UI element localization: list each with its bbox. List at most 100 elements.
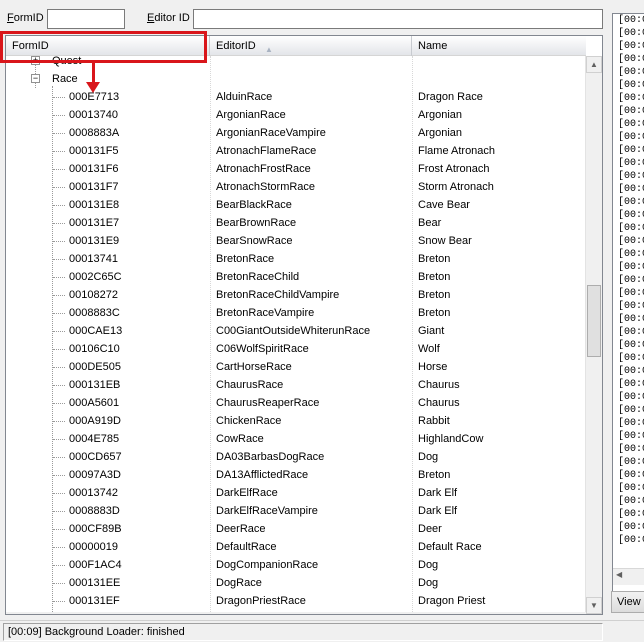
highlight-annotation-box <box>0 31 207 63</box>
cell-name: Cave Bear <box>418 199 470 211</box>
cell-formid: 000131EE <box>69 577 121 589</box>
cell-name: Default Race <box>418 541 482 553</box>
cell-formid: 0008883A <box>69 127 120 139</box>
cell-editorid: AtronachFlameRace <box>216 145 317 157</box>
table-row[interactable]: 0008883A ArgonianRaceVampire Argonian <box>6 124 586 142</box>
view-button[interactable]: View <box>611 591 644 613</box>
table-row[interactable]: 0008883C BretonRaceVampire Breton <box>6 304 586 322</box>
log-line: [00:0 <box>618 444 644 455</box>
table-row[interactable]: 000131F5 AtronachFlameRace Flame Atronach <box>6 142 586 160</box>
tree-guide-line <box>53 169 65 170</box>
cell-editorid: BretonRace <box>216 253 275 265</box>
table-row[interactable]: 000131EB ChaurusRace Chaurus <box>6 376 586 394</box>
cell-editorid: DarkElfRace <box>216 487 278 499</box>
table-row[interactable]: 000F1AC4 DogCompanionRace Dog <box>6 556 586 574</box>
tree-guide-line <box>53 241 65 242</box>
cell-editorid: DogRace <box>216 577 262 589</box>
table-row[interactable]: 000CF89B DeerRace Deer <box>6 520 586 538</box>
table-row[interactable]: 000131F6 AtronachFrostRace Frost Atronach <box>6 160 586 178</box>
table-row[interactable]: 000131E8 BearBlackRace Cave Bear <box>6 196 586 214</box>
table-row[interactable]: 000131F7 AtronachStormRace Storm Atronach <box>6 178 586 196</box>
cell-name: Breton <box>418 253 451 265</box>
table-row[interactable]: 000A919D ChickenRace Rabbit <box>6 412 586 430</box>
table-row[interactable]: 00013740 ArgonianRace Argonian <box>6 106 586 124</box>
table-row[interactable]: 00013742 DarkElfRace Dark Elf <box>6 484 586 502</box>
table-row[interactable]: 0004E785 CowRace HighlandCow <box>6 430 586 448</box>
vertical-scrollbar[interactable]: ▲ ▼ <box>585 56 602 614</box>
cell-name: Deer <box>418 523 442 535</box>
log-line: [00:0 <box>618 54 644 65</box>
cell-formid: 0008883D <box>69 505 120 517</box>
scroll-down-button[interactable]: ▼ <box>586 597 602 614</box>
record-tree-view[interactable]: FormID EditorID ▲ Name + Quest − Race 00… <box>5 35 603 615</box>
log-line: [00:0 <box>618 535 644 546</box>
cell-name: Rabbit <box>418 415 450 427</box>
table-row[interactable]: 000131E9 BearSnowRace Snow Bear <box>6 232 586 250</box>
cell-formid: 00000019 <box>69 541 118 553</box>
table-row[interactable]: 000DE505 CartHorseRace Horse <box>6 358 586 376</box>
record-rows: + Quest − Race 000E7713 AlduinRace Dragon … <box>6 55 586 610</box>
tree-guide-line <box>53 331 65 332</box>
table-row[interactable]: 000A5601 ChaurusReaperRace Chaurus <box>6 394 586 412</box>
log-line: [00:0 <box>618 184 644 195</box>
cell-editorid: DA03BarbasDogRace <box>216 451 325 463</box>
cell-formid: 000DE505 <box>69 361 121 373</box>
table-row[interactable]: 00106C10 C06WolfSpiritRace Wolf <box>6 340 586 358</box>
log-line: [00:0 <box>618 132 644 143</box>
scroll-left-icon[interactable]: ◀ <box>616 570 622 579</box>
scroll-up-button[interactable]: ▲ <box>586 56 602 73</box>
status-text: [00:09] Background Loader: finished <box>3 623 603 641</box>
tree-guide-line <box>53 421 65 422</box>
log-line: [00:0 <box>618 28 644 39</box>
cell-editorid: ChaurusRace <box>216 379 284 391</box>
log-line: [00:0 <box>618 431 644 442</box>
log-line: [00:0 <box>618 210 644 221</box>
cell-formid: 00108272 <box>69 289 118 301</box>
log-line: [00:0 <box>618 288 644 299</box>
cell-formid: 00106C10 <box>69 343 120 355</box>
tree-guide-line <box>53 223 65 224</box>
tree-guide-line <box>53 475 65 476</box>
table-row[interactable]: 0008883D DarkElfRaceVampire Dark Elf <box>6 502 586 520</box>
table-row[interactable]: 00108272 BretonRaceChildVampire Breton <box>6 286 586 304</box>
tree-guide-line <box>53 133 65 134</box>
tree-node-label: Race <box>52 73 78 85</box>
cell-formid: 000F1AC4 <box>69 559 122 571</box>
cell-editorid: CartHorseRace <box>216 361 292 373</box>
cell-name: Snow Bear <box>418 235 472 247</box>
table-row[interactable]: 0002C65C BretonRaceChild Breton <box>6 268 586 286</box>
cell-name: Dog <box>418 559 439 571</box>
table-row[interactable]: 00000019 DefaultRace Default Race <box>6 538 586 556</box>
log-line: [00:0 <box>618 353 644 364</box>
table-row[interactable]: 00097A3D DA13AfflictedRace Breton <box>6 466 586 484</box>
cell-name: Breton <box>418 307 451 319</box>
tree-guide-line <box>53 187 65 188</box>
log-line: [00:0 <box>618 80 644 91</box>
log-horizontal-scrollbar[interactable]: ◀ <box>613 568 644 585</box>
formid-filter-input[interactable] <box>47 9 125 29</box>
log-panel[interactable]: [00:0 [00:0 [00:0 [00:0 [00:0 [00:0 [00:0 [00:0… <box>612 13 644 601</box>
table-row[interactable]: 00013741 BretonRace Breton <box>6 250 586 268</box>
tree-guide-line <box>53 439 65 440</box>
collapse-icon[interactable]: − <box>31 74 40 83</box>
log-line: [00:0 <box>618 366 644 377</box>
editorid-filter-input[interactable] <box>193 9 603 29</box>
cell-formid: 0002C65C <box>69 271 122 283</box>
cell-name: HighlandCow <box>418 433 484 445</box>
log-line: [00:0 <box>618 106 644 117</box>
tree-guide-line <box>53 277 65 278</box>
scrollbar-thumb[interactable] <box>587 285 601 358</box>
log-line: [00:0 <box>618 470 644 481</box>
cell-editorid: ChickenRace <box>216 415 282 427</box>
cell-formid: 000131E9 <box>69 235 120 247</box>
cell-name: Dog <box>418 577 439 589</box>
table-row[interactable]: 000131EF DragonPriestRace Dragon Priest <box>6 592 586 610</box>
cell-editorid: ArgonianRaceVampire <box>216 127 326 139</box>
table-row[interactable]: 000CD657 DA03BarbasDogRace Dog <box>6 448 586 466</box>
cell-name: Wolf <box>418 343 440 355</box>
table-row[interactable]: 000CAE13 C00GiantOutsideWhiterunRace Giant <box>6 322 586 340</box>
table-row[interactable]: 000131E7 BearBrownRace Bear <box>6 214 586 232</box>
tree-guide-line <box>53 205 65 206</box>
table-row[interactable]: 000131EE DogRace Dog <box>6 574 586 592</box>
editorid-filter-label: Editor ID <box>147 12 190 24</box>
